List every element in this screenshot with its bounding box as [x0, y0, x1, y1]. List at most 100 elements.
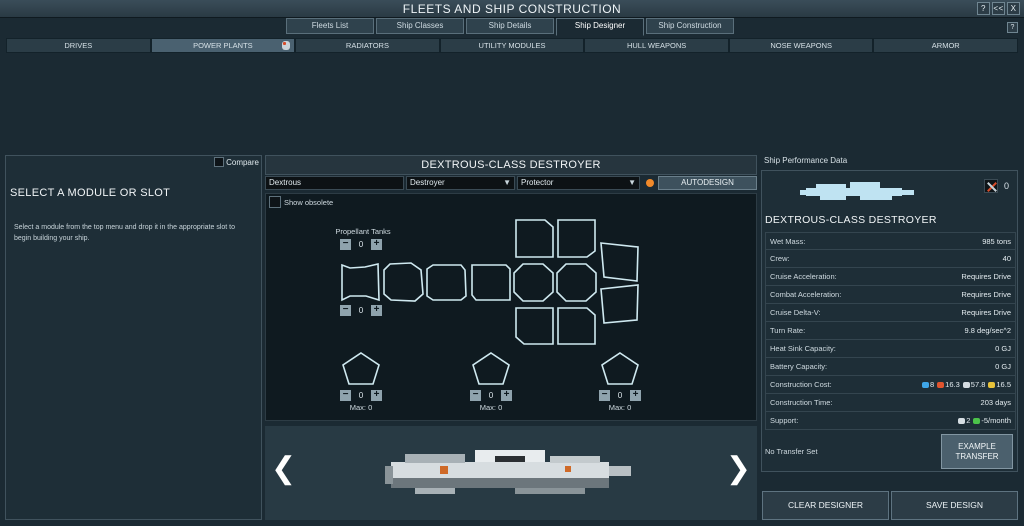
- module-info-description: Select a module from the top menu and dr…: [14, 224, 236, 242]
- control-point-icon: [958, 417, 966, 424]
- tab-ship-designer[interactable]: Ship Designer: [556, 18, 644, 36]
- performance-stats-table: Wet Mass: 985 tons Crew: 40 Cruise Acceler…: [765, 232, 1016, 430]
- category-drives[interactable]: DRIVES: [6, 38, 151, 53]
- crossed-weapons-icon: [983, 179, 998, 193]
- propellant-stepper[interactable]: − 0 +: [340, 239, 382, 250]
- control-points-support: 2: [958, 416, 970, 425]
- stat-row-support: Support: 2 -5/month: [765, 412, 1016, 430]
- chevron-down-icon: ▼: [503, 178, 511, 187]
- save-design-button[interactable]: SAVE DESIGN: [891, 491, 1018, 520]
- weapon-slot: [342, 352, 380, 385]
- increment-button[interactable]: +: [501, 390, 512, 401]
- design-inputs-row: Dextrous Destroyer ▼ Protector ▼ AUTODESIG…: [265, 176, 757, 191]
- hull-select[interactable]: Destroyer ▼: [406, 176, 515, 190]
- increment-button[interactable]: +: [371, 390, 382, 401]
- propellant-value: 0: [358, 240, 364, 249]
- combat-score-value: 0: [1003, 181, 1009, 191]
- category-hull-weapons[interactable]: HULL WEAPONS: [584, 38, 729, 53]
- help-icon[interactable]: ?: [1007, 22, 1018, 33]
- stat-label: Heat Sink Capacity:: [770, 344, 836, 353]
- nose-slot: [600, 242, 639, 282]
- help-button[interactable]: ?: [977, 2, 990, 15]
- category-power-plants[interactable]: POWER PLANTS: [150, 38, 296, 53]
- noble-metals-cost-value: 16.5: [996, 380, 1011, 389]
- stat-row: Heat Sink Capacity: 0 GJ: [765, 340, 1016, 358]
- compare-toggle[interactable]: Compare: [214, 157, 259, 167]
- tab-fleets-list[interactable]: Fleets List: [286, 18, 374, 34]
- weapon-slot: [601, 352, 639, 385]
- compare-checkbox[interactable]: [214, 157, 225, 167]
- increment-button[interactable]: +: [371, 305, 382, 316]
- tab-ship-classes[interactable]: Ship Classes: [376, 18, 464, 34]
- money-support: -5/month: [973, 416, 1011, 425]
- decrement-button[interactable]: −: [470, 390, 481, 401]
- tab-ship-details[interactable]: Ship Details: [466, 18, 554, 34]
- weapon-slot: [472, 352, 510, 385]
- power-plant-slot: [426, 264, 467, 301]
- stat-label: Construction Cost:: [770, 380, 832, 389]
- volatiles-icon: [937, 381, 945, 388]
- combat-score: 0: [983, 179, 1009, 193]
- weapon-mount-stepper-2[interactable]: − 0 +: [470, 390, 512, 401]
- weapon-mount-stepper-1[interactable]: − 0 +: [340, 390, 382, 401]
- decrement-button[interactable]: −: [340, 390, 351, 401]
- stat-label: Cruise Delta-V:: [770, 308, 821, 317]
- mouse-cursor-icon: [282, 41, 291, 50]
- increment-button[interactable]: +: [630, 390, 641, 401]
- decrement-button[interactable]: −: [340, 239, 351, 250]
- stat-label: Crew:: [770, 254, 790, 263]
- role-select[interactable]: Protector ▼: [517, 176, 640, 190]
- decrement-button[interactable]: −: [599, 390, 610, 401]
- autodesign-button[interactable]: AUTODESIGN: [658, 176, 757, 190]
- stat-label: Construction Time:: [770, 398, 833, 407]
- stat-value: 40: [1002, 254, 1011, 263]
- stat-row: Combat Acceleration: Requires Drive: [765, 286, 1016, 304]
- hull-slot: [515, 307, 554, 345]
- module-info-panel: Compare SELECT A MODULE OR SLOT Select a…: [5, 155, 262, 520]
- stat-value: 0 GJ: [995, 362, 1011, 371]
- volatiles-cost-value: 16.3: [945, 380, 960, 389]
- water-icon: [922, 381, 929, 388]
- weapon-mount-value: 0: [617, 391, 623, 400]
- stat-row: Battery Capacity: 0 GJ: [765, 358, 1016, 376]
- category-radiators[interactable]: RADIATORS: [295, 38, 440, 53]
- compare-label: Compare: [226, 157, 259, 167]
- chevron-down-icon: ▼: [628, 178, 636, 187]
- ship-layout-area: Show obsolete Propellant Tanks − 0 + − 0…: [265, 193, 757, 421]
- stat-value: 203 days: [980, 398, 1011, 407]
- example-transfer-button[interactable]: EXAMPLE TRANSFER: [941, 434, 1013, 469]
- ship-name-input[interactable]: Dextrous: [265, 176, 404, 190]
- weapon-mount-stepper-3[interactable]: − 0 +: [599, 390, 641, 401]
- radiator-slot: [471, 264, 511, 301]
- stat-row: Construction Time: 203 days: [765, 394, 1016, 412]
- minimize-button[interactable]: <<: [992, 2, 1005, 15]
- propellant-stepper-2[interactable]: − 0 +: [340, 305, 382, 316]
- stat-value: 985 tons: [982, 236, 1011, 246]
- module-category-bar: DRIVES POWER PLANTS RADIATORS UTILITY MO…: [6, 38, 1019, 53]
- nose-slot: [600, 284, 639, 324]
- module-list-area: [6, 54, 1018, 152]
- category-utility-modules[interactable]: UTILITY MODULES: [439, 38, 585, 53]
- ship-class-title: DEXTROUS-CLASS DESTROYER: [265, 155, 757, 175]
- support-values: 2 -5/month: [958, 416, 1011, 425]
- clear-designer-button[interactable]: CLEAR DESIGNER: [762, 491, 889, 520]
- power-plant-slot: [383, 262, 424, 302]
- increment-button[interactable]: +: [371, 239, 382, 250]
- stat-label: Wet Mass:: [770, 236, 806, 246]
- drive-slot: [341, 263, 380, 302]
- close-button[interactable]: X: [1007, 2, 1020, 15]
- window-controls: ? << X: [977, 2, 1020, 15]
- decrement-button[interactable]: −: [340, 305, 351, 316]
- money-icon: [973, 417, 981, 424]
- stat-row-construction-cost: Construction Cost: 8 16.3 57.8 16.5: [765, 376, 1016, 394]
- construction-cost-values: 8 16.3 57.8 16.5: [922, 380, 1011, 389]
- category-armor[interactable]: ARMOR: [873, 38, 1019, 53]
- tab-ship-construction[interactable]: Ship Construction: [646, 18, 734, 34]
- hull-slot: [515, 219, 554, 258]
- transfer-status: No Transfer Set: [765, 447, 818, 456]
- volatiles-cost: 16.3: [937, 380, 960, 389]
- category-nose-weapons[interactable]: NOSE WEAPONS: [728, 38, 874, 53]
- ship-preview: ❮ ❯: [265, 426, 757, 520]
- status-dot-icon: [646, 179, 654, 187]
- stat-value: Requires Drive: [961, 308, 1011, 317]
